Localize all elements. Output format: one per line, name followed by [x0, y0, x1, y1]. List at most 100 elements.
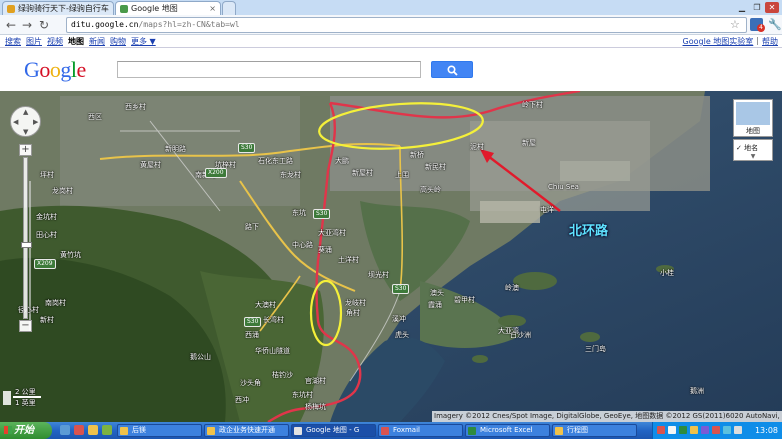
place-label: 东坑村	[292, 391, 313, 399]
clock[interactable]: 13:08	[755, 422, 778, 439]
scale-km: 2 公里	[15, 388, 36, 396]
zoom-slider-handle[interactable]	[21, 242, 32, 248]
tray-app-icon[interactable]	[668, 426, 676, 434]
map-type-label: 地图	[746, 127, 760, 135]
place-label: 岭下村	[522, 101, 543, 109]
quicklaunch-app-icon[interactable]	[74, 425, 84, 435]
place-label: 龙岗村	[52, 187, 73, 195]
labels-toggle[interactable]: ✓ 地名 ▼	[733, 139, 773, 161]
google-logo[interactable]: Google	[24, 57, 86, 83]
windows-logo-icon	[4, 426, 12, 434]
help-link[interactable]: 帮助	[762, 36, 778, 47]
place-label: 官湖村	[305, 377, 326, 385]
extension-badge: 4	[757, 24, 765, 32]
place-label: 田心村	[36, 231, 57, 239]
place-label: 杨梅坑	[305, 403, 326, 411]
map-type-button[interactable]: 地图	[733, 99, 773, 137]
tray-network-icon[interactable]	[723, 426, 731, 434]
taskbar-button[interactable]: 政企业务快速开通	[204, 424, 289, 437]
excel-icon	[468, 427, 476, 435]
back-icon[interactable]: ←	[4, 18, 18, 32]
place-label: 新桥	[410, 151, 424, 159]
zoom-slider[interactable]	[21, 157, 32, 319]
nav-news[interactable]: 新闻	[89, 36, 105, 47]
place-label: 金坑村	[36, 213, 57, 221]
maximize-icon[interactable]: ❐	[750, 2, 764, 13]
pan-up-icon[interactable]: ▲	[23, 108, 28, 116]
folder-icon	[120, 427, 128, 435]
quicklaunch-app-icon[interactable]	[102, 425, 112, 435]
place-label: 霞涌	[428, 301, 442, 309]
search-row: Google	[0, 48, 782, 91]
minimize-icon[interactable]: ▁	[735, 2, 749, 13]
taskbar-button[interactable]: 后镁	[117, 424, 202, 437]
taskbar-button[interactable]: Microsoft Excel	[465, 424, 550, 437]
nav-maps[interactable]: 地图	[68, 36, 84, 47]
close-window-icon[interactable]: ✕	[765, 2, 779, 13]
road-shield: S30	[313, 209, 331, 219]
place-label: 岭澳	[505, 284, 519, 292]
url-path: /maps?hl=zh-CN&tab=wl	[138, 20, 240, 29]
maps-labs-link[interactable]: Google 地图实验室	[683, 36, 754, 47]
system-tray: 13:08	[652, 422, 782, 439]
tray-app-icon[interactable]	[701, 426, 709, 434]
tab-ljqx[interactable]: 绿驹骑行天下-绿驹自行车 ×	[2, 1, 114, 15]
taskbar-button[interactable]: 行程图	[552, 424, 637, 437]
place-label: 新屋村	[352, 169, 373, 177]
nav-search[interactable]: 搜索	[5, 36, 21, 47]
tray-volume-icon[interactable]	[734, 426, 742, 434]
zoom-out-button[interactable]: −	[19, 320, 32, 332]
place-label: 大鹏	[335, 157, 349, 165]
tab-google-maps[interactable]: Google 地图 ×	[115, 1, 221, 15]
separator: |	[756, 36, 759, 45]
nav-video[interactable]: 视频	[47, 36, 63, 47]
nav-shopping[interactable]: 购物	[110, 36, 126, 47]
search-button[interactable]	[431, 61, 473, 78]
wrench-menu-icon[interactable]: 🔧	[768, 18, 782, 31]
satellite-map[interactable]: 西区 西乡村 新明路 石化东工路 大鹏 坪村 黄屋村 南新村 东龙村 坑梓村 新…	[0, 91, 782, 422]
tray-app-icon[interactable]	[712, 426, 720, 434]
place-label: 三门岛	[585, 345, 606, 353]
pan-left-icon[interactable]: ◀	[13, 118, 18, 126]
road-shield: X200	[205, 168, 227, 178]
nav-images[interactable]: 图片	[26, 36, 42, 47]
road-shield: S30	[244, 317, 262, 327]
start-button[interactable]: 开始	[0, 422, 52, 439]
chevron-down-icon[interactable]: ▼	[736, 153, 770, 160]
url-host: ditu.google.cn	[71, 20, 139, 29]
quicklaunch-folder-icon[interactable]	[88, 425, 98, 435]
maps-search-input[interactable]	[117, 61, 421, 78]
quicklaunch-ie-icon[interactable]	[60, 425, 70, 435]
reload-icon[interactable]: ↻	[37, 18, 51, 32]
bookmark-star-icon[interactable]: ☆	[730, 18, 740, 31]
place-label: 高头岭	[420, 186, 441, 194]
tab-close-icon[interactable]: ×	[205, 4, 216, 13]
scale-line	[13, 396, 41, 398]
zoom-in-button[interactable]: +	[19, 144, 32, 156]
tray-app-icon[interactable]	[690, 426, 698, 434]
nav-more[interactable]: 更多 ▼	[131, 36, 156, 47]
tray-app-icon[interactable]	[679, 426, 687, 434]
tab-close-icon[interactable]: ×	[109, 4, 114, 13]
address-bar[interactable]: ditu.google.cn/maps?hl=zh-CN&tab=wl	[66, 17, 747, 33]
place-label: 虎头	[395, 331, 409, 339]
place-label: 泥村	[470, 143, 484, 151]
check-icon: ✓	[736, 144, 742, 152]
map-type-thumbnail	[736, 102, 770, 125]
taskbar-button-active[interactable]: Google 地图 - G	[291, 424, 376, 437]
zoom-control: + −	[19, 144, 32, 332]
pan-right-icon[interactable]: ▶	[33, 118, 38, 126]
pan-down-icon[interactable]: ▼	[23, 128, 28, 136]
forward-icon[interactable]: →	[20, 18, 34, 32]
place-label: 屯洋	[540, 206, 554, 214]
pan-control[interactable]: ▲ ▼ ◀ ▶	[10, 106, 41, 137]
tab-strip: 绿驹骑行天下-绿驹自行车 × Google 地图 × ▁ ❐ ✕	[0, 0, 782, 15]
tray-app-icon[interactable]	[657, 426, 665, 434]
new-tab-button[interactable]	[222, 1, 236, 15]
place-label: 新村	[40, 316, 54, 324]
browser-toolbar: ← → ↻ ditu.google.cn/maps?hl=zh-CN&tab=w…	[0, 15, 782, 35]
place-label: 黄竹坑	[60, 251, 81, 259]
place-label: 龙岐村	[345, 299, 366, 307]
taskbar-button[interactable]: Foxmail	[378, 424, 463, 437]
windows-taskbar: 开始 后镁 政企业务快速开通 Google 地图 - G Foxmail Mic…	[0, 422, 782, 439]
